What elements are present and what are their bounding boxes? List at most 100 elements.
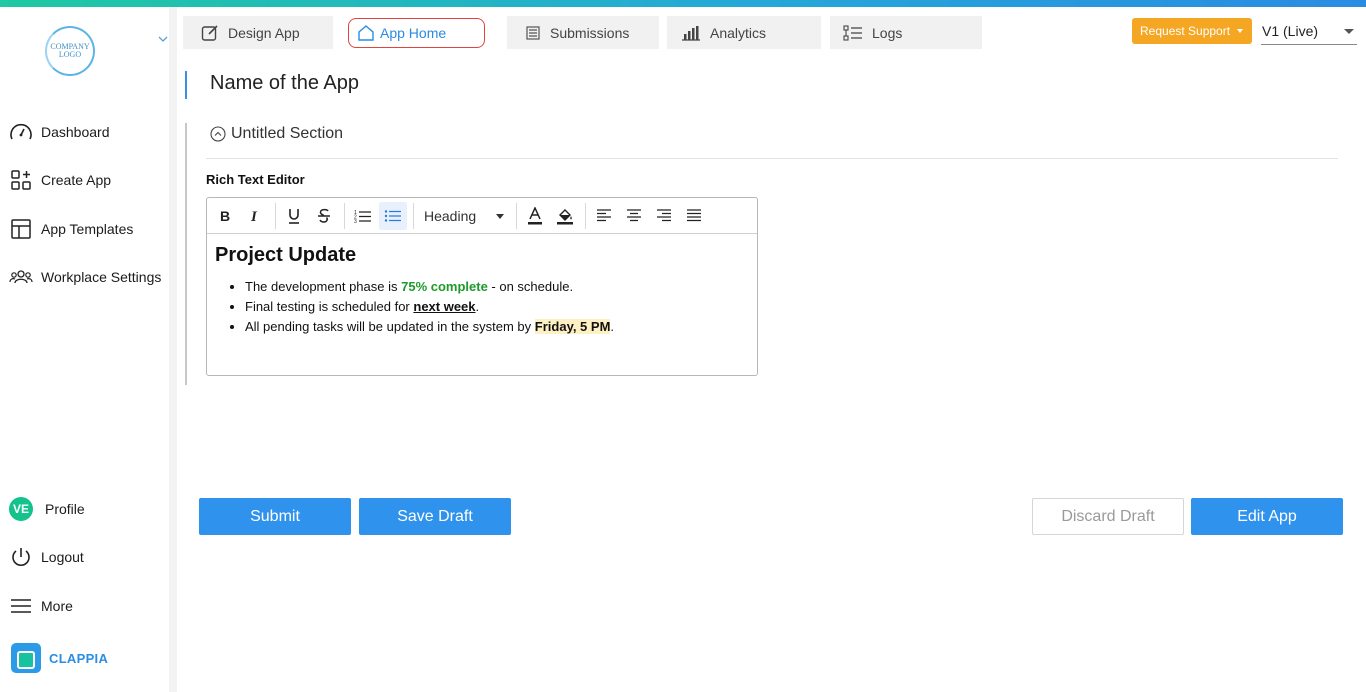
brand-name: CLAPPIA	[49, 650, 109, 666]
sidebar-item-profile[interactable]: VE Profile	[9, 497, 85, 521]
avatar-wrap: VE	[9, 497, 33, 521]
toolbar-divider	[585, 202, 586, 229]
tab-app-home[interactable]: App Home	[348, 18, 485, 48]
tab-label: Analytics	[710, 24, 767, 41]
toolbar-divider	[275, 202, 276, 229]
discard-draft-button[interactable]: Discard Draft	[1032, 498, 1184, 535]
toolbar-divider	[344, 202, 345, 229]
list-icon	[525, 25, 541, 41]
bold-icon[interactable]: B	[211, 202, 239, 230]
tab-submissions[interactable]: Submissions	[507, 16, 659, 49]
save-draft-button[interactable]: Save Draft	[359, 498, 511, 535]
hamburger-icon	[9, 594, 33, 618]
editor-toolbar: B I 123 Heading	[207, 198, 757, 234]
rich-text-editor[interactable]: B I 123 Heading Project Update The devel…	[206, 197, 758, 376]
tab-label: Submissions	[550, 24, 630, 41]
speedometer-icon	[9, 120, 33, 144]
sidebar-item-app-templates[interactable]: App Templates	[9, 217, 133, 241]
sidebar-item-more[interactable]: More	[9, 594, 73, 618]
bullet-emphasis: next week	[413, 299, 476, 314]
section-accent-bar	[185, 123, 187, 385]
list-item: All pending tasks will be updated in the…	[245, 317, 749, 337]
request-support-button[interactable]: Request Support	[1132, 18, 1252, 44]
heading-select[interactable]: Heading	[418, 202, 512, 230]
text-color-icon[interactable]	[521, 202, 549, 230]
submit-button[interactable]: Submit	[199, 498, 351, 535]
company-logo-text: COMPANY LOGO	[50, 42, 90, 59]
caret-down-icon	[496, 213, 504, 219]
align-left-icon[interactable]	[590, 202, 618, 230]
bullet-text: The development phase is	[245, 279, 402, 294]
tab-logs[interactable]: Logs	[830, 16, 982, 49]
highlight-color-icon[interactable]	[551, 202, 579, 230]
rich-text-editor-label: Rich Text Editor	[206, 172, 305, 187]
section-header[interactable]: Untitled Section	[210, 125, 343, 143]
page-title: Name of the App	[210, 72, 359, 94]
grid-plus-icon	[9, 168, 33, 192]
sidebar-item-label: Logout	[41, 549, 84, 565]
list-item: Final testing is scheduled for next week…	[245, 297, 749, 317]
svg-text:I: I	[250, 209, 258, 223]
bullet-text: All pending tasks will be updated in the…	[245, 319, 535, 334]
sidebar-item-create-app[interactable]: Create App	[9, 168, 111, 192]
bullet-text: .	[610, 319, 615, 334]
version-label: V1 (Live)	[1262, 23, 1319, 39]
caret-down-icon	[1344, 29, 1354, 34]
tab-analytics[interactable]: Analytics	[667, 16, 821, 49]
align-center-icon[interactable]	[620, 202, 648, 230]
bullet-text: .	[475, 299, 480, 314]
caret-down-icon	[1237, 29, 1243, 33]
sidebar-item-label: Workplace Settings	[41, 269, 162, 285]
italic-icon[interactable]: I	[241, 202, 269, 230]
bullet-emphasis: Friday, 5 PM	[534, 319, 611, 334]
bullet-list-icon[interactable]	[379, 201, 407, 230]
edit-icon	[201, 24, 219, 42]
bullet-text: - on schedule.	[487, 279, 574, 294]
bullet-text: Final testing is scheduled for	[245, 299, 414, 314]
title-accent-bar	[185, 71, 187, 99]
sidebar-item-label: More	[41, 598, 73, 614]
home-icon	[357, 24, 375, 42]
request-support-label: Request Support	[1140, 24, 1231, 38]
toolbar-divider	[516, 202, 517, 229]
top-accent-stripe	[0, 0, 1366, 7]
section-divider	[206, 158, 1338, 159]
sidebar-item-label: Dashboard	[41, 124, 110, 140]
ordered-list-icon[interactable]: 123	[349, 202, 377, 230]
svg-text:3: 3	[354, 219, 357, 223]
chevron-down-icon[interactable]	[158, 34, 168, 46]
logs-icon	[843, 24, 863, 41]
strikethrough-icon[interactable]	[310, 202, 338, 230]
avatar: VE	[9, 497, 33, 521]
edit-app-button[interactable]: Edit App	[1191, 498, 1343, 535]
tab-label: App Home	[380, 25, 447, 41]
brand: CLAPPIA	[11, 643, 108, 673]
bullet-emphasis: 75% complete	[401, 279, 488, 294]
sidebar-item-label: App Templates	[41, 221, 134, 237]
svg-text:B: B	[220, 209, 230, 223]
heading-select-value: Heading	[424, 207, 477, 224]
sidebar-item-label: Profile	[45, 501, 85, 517]
templates-icon	[9, 217, 33, 241]
version-select[interactable]: V1 (Live)	[1261, 18, 1357, 45]
tab-label: Logs	[872, 24, 903, 41]
align-right-icon[interactable]	[650, 202, 678, 230]
company-logo[interactable]: COMPANY LOGO	[45, 26, 95, 76]
sidebar-item-workplace-settings[interactable]: Workplace Settings	[9, 265, 161, 289]
tab-design-app[interactable]: Design App	[183, 16, 333, 49]
tab-label: Design App	[228, 24, 300, 41]
clappia-logo-icon	[11, 643, 41, 673]
toolbar-divider	[413, 202, 414, 229]
sidebar-item-label: Create App	[41, 172, 112, 188]
sidebar: COMPANY LOGO Dashboard Create App App Te…	[0, 7, 177, 692]
sidebar-item-logout[interactable]: Logout	[9, 545, 84, 569]
align-justify-icon[interactable]	[680, 202, 708, 230]
users-icon	[9, 265, 33, 289]
power-icon	[9, 545, 33, 569]
underline-icon[interactable]	[280, 202, 308, 230]
section-title: Untitled Section	[231, 125, 344, 142]
sidebar-item-dashboard[interactable]: Dashboard	[9, 120, 110, 144]
list-item: The development phase is 75% complete - …	[245, 277, 749, 297]
editor-content[interactable]: Project Update The development phase is …	[207, 234, 757, 337]
collapse-circle-icon[interactable]	[210, 126, 226, 142]
